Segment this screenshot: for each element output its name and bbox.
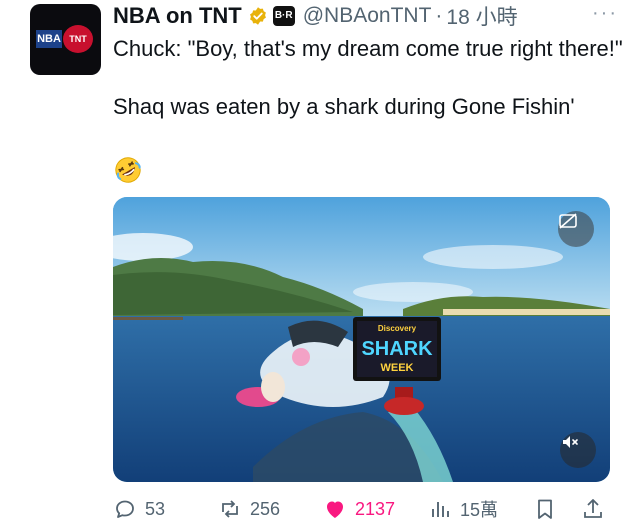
reply-icon	[116, 500, 134, 518]
verified-badge-icon	[249, 7, 266, 25]
bookmark-icon	[538, 499, 552, 519]
reply-button[interactable]: 53	[113, 494, 165, 524]
reply-count: 53	[145, 498, 166, 519]
mute-button[interactable]	[560, 432, 596, 468]
view-count: 15萬	[460, 500, 499, 520]
rolling-on-floor-laughing-icon	[115, 157, 141, 183]
tweet-header: NBA on TNT B·R @NBAonTNT · 18 小時	[113, 0, 633, 32]
billboard-sub-text: WEEK	[381, 362, 414, 374]
tweet-text-line: Shaq was eaten by a shark during Gone Fi…	[113, 94, 575, 119]
video-frame-image: Discovery SHARK WEEK	[113, 197, 610, 482]
heart-icon	[327, 501, 343, 518]
share-icon	[584, 499, 602, 518]
hide-media-icon	[559, 213, 577, 229]
more-options-icon[interactable]: ···	[592, 2, 618, 25]
author-name[interactable]: NBA on TNT	[113, 3, 242, 29]
tweet-actions: 53 256 2137 15萬	[113, 494, 613, 524]
tweet-video[interactable]: Discovery SHARK WEEK	[113, 197, 610, 482]
affiliate-badge[interactable]: B·R	[272, 6, 295, 26]
like-count: 2137	[355, 498, 396, 519]
bookmark-button[interactable]	[533, 494, 565, 524]
repost-button[interactable]: 256	[218, 494, 280, 524]
tnt-logo: TNT	[63, 25, 93, 53]
bar-chart-icon	[432, 502, 449, 517]
nba-logo: NBA	[36, 30, 62, 48]
author-handle[interactable]: @NBAonTNT	[303, 4, 432, 28]
author-avatar[interactable]: NBA TNT	[30, 4, 101, 75]
views-button[interactable]: 15萬	[428, 494, 498, 524]
share-button[interactable]	[581, 494, 613, 524]
repost-icon	[222, 500, 238, 518]
media-settings-button[interactable]	[558, 211, 594, 247]
repost-count: 256	[250, 498, 281, 519]
tweet-text: Chuck: "Boy, that's my dream come true r…	[113, 34, 623, 121]
billboard-main-text: SHARK	[361, 338, 433, 360]
tweet-text-line: Chuck: "Boy, that's my dream come true r…	[113, 36, 623, 61]
like-button[interactable]: 2137	[323, 494, 395, 524]
separator-dot: ·	[435, 4, 443, 27]
tweet-timestamp[interactable]: 18 小時	[446, 1, 517, 31]
billboard-top-text: Discovery	[378, 324, 417, 333]
speaker-muted-icon	[563, 436, 578, 448]
